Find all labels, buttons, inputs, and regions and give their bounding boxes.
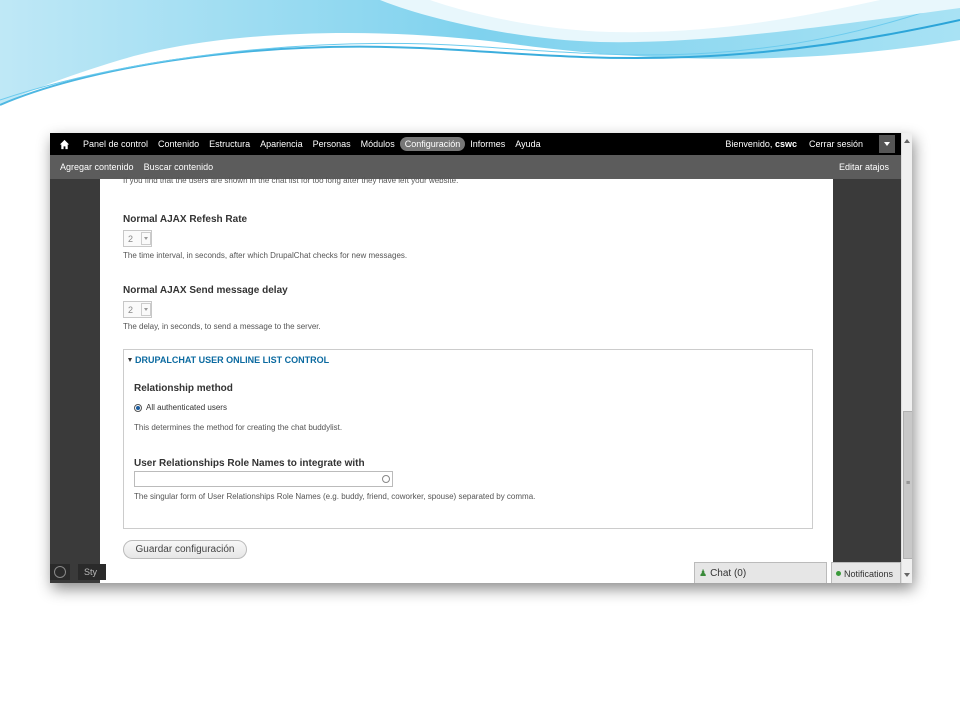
toolbar-item-apariencia[interactable]: Apariencia: [255, 137, 308, 151]
radio-label[interactable]: All authenticated users: [146, 403, 227, 412]
edit-shortcuts-link[interactable]: Editar atajos: [839, 162, 889, 172]
fieldset-legend-text[interactable]: DRUPALCHAT USER ONLINE LIST CONTROL: [135, 355, 329, 365]
shortcut-agregar-contenido[interactable]: Agregar contenido: [50, 162, 139, 172]
send-delay-select[interactable]: 2: [123, 301, 152, 318]
send-delay-label: Normal AJAX Send message delay: [123, 285, 288, 296]
cutoff-description: If you find that the users are shown in …: [123, 176, 459, 185]
ur-role-names-label: User Relationships Role Names to integra…: [134, 458, 365, 469]
notifications-tab[interactable]: Notifications: [831, 562, 901, 583]
autocomplete-throbber-icon: [382, 475, 390, 483]
notifications-label[interactable]: Notifications: [844, 569, 893, 579]
settings-form: If you find that the users are shown in …: [100, 176, 833, 583]
welcome-text: Bienvenido, cswc: [725, 139, 797, 149]
toolbar-item-estructura[interactable]: Estructura: [204, 137, 255, 151]
scroll-thumb[interactable]: ≡: [903, 411, 912, 559]
logout-link[interactable]: Cerrar sesión: [809, 139, 863, 149]
admin-toolbar: Panel de control Contenido Estructura Ap…: [50, 133, 901, 155]
circle-icon: [54, 566, 66, 578]
ur-role-names-description: The singular form of User Relationships …: [134, 492, 536, 501]
relationship-method-label: Relationship method: [134, 383, 233, 394]
refresh-rate-select[interactable]: 2: [123, 230, 152, 247]
chevron-down-icon: [884, 142, 890, 146]
grip-icon: ≡: [906, 480, 911, 487]
save-button-label: Guardar configuración: [135, 544, 235, 555]
toolbar-item-contenido[interactable]: Contenido: [153, 137, 204, 151]
online-list-control-fieldset: DRUPALCHAT USER ONLINE LIST CONTROL Rela…: [123, 349, 813, 529]
refresh-rate-label: Normal AJAX Refesh Rate: [123, 214, 248, 225]
ur-role-names-input[interactable]: [134, 471, 393, 487]
decorative-swoosh: [0, 0, 960, 106]
toolbar-item-configuracion[interactable]: Configuración: [399, 137, 466, 151]
chevron-down-icon: [141, 303, 151, 316]
toolbar-item-modulos[interactable]: Módulos: [356, 137, 400, 151]
toolbar-user-area: Bienvenido, cswc Cerrar sesión: [725, 135, 901, 153]
scroll-down-arrow-icon[interactable]: [904, 573, 910, 577]
collapse-arrow-icon: [128, 358, 132, 362]
status-dot-icon: [836, 571, 841, 576]
users-icon: ♟: [699, 568, 708, 578]
send-delay-description: The delay, in seconds, to send a message…: [123, 322, 321, 331]
scroll-up-arrow-icon[interactable]: [904, 139, 910, 143]
fieldset-legend[interactable]: DRUPALCHAT USER ONLINE LIST CONTROL: [128, 355, 329, 365]
send-delay-value: 2: [128, 304, 134, 315]
relationship-method-description: This determines the method for creating …: [134, 423, 343, 432]
chevron-down-icon: [141, 232, 151, 245]
shortcut-buscar-contenido[interactable]: Buscar contenido: [139, 162, 219, 172]
username-link[interactable]: cswc: [775, 139, 797, 149]
style-label[interactable]: Sty: [78, 564, 106, 580]
browser-window: Panel de control Contenido Estructura Ap…: [50, 133, 912, 583]
radio-button[interactable]: [134, 403, 142, 412]
toolbar-item-ayuda[interactable]: Ayuda: [510, 137, 545, 151]
chat-tab[interactable]: ♟ Chat (0): [694, 562, 827, 583]
home-icon[interactable]: [50, 133, 78, 155]
refresh-rate-value: 2: [128, 233, 134, 244]
radio-all-authenticated[interactable]: All authenticated users: [134, 403, 227, 412]
toolbar-item-personas[interactable]: Personas: [308, 137, 356, 151]
welcome-prefix: Bienvenido,: [725, 139, 773, 149]
vertical-scrollbar[interactable]: ≡: [901, 133, 912, 583]
save-configuration-button[interactable]: Guardar configuración: [123, 540, 247, 559]
style-switch-button[interactable]: [50, 564, 70, 580]
toolbar-item-panel-de-control[interactable]: Panel de control: [78, 137, 153, 151]
chat-tab-label[interactable]: Chat (0): [710, 568, 746, 579]
refresh-rate-description: The time interval, in seconds, after whi…: [123, 251, 408, 260]
toolbar-toggle-button[interactable]: [879, 135, 895, 153]
toolbar-item-informes[interactable]: Informes: [465, 137, 510, 151]
